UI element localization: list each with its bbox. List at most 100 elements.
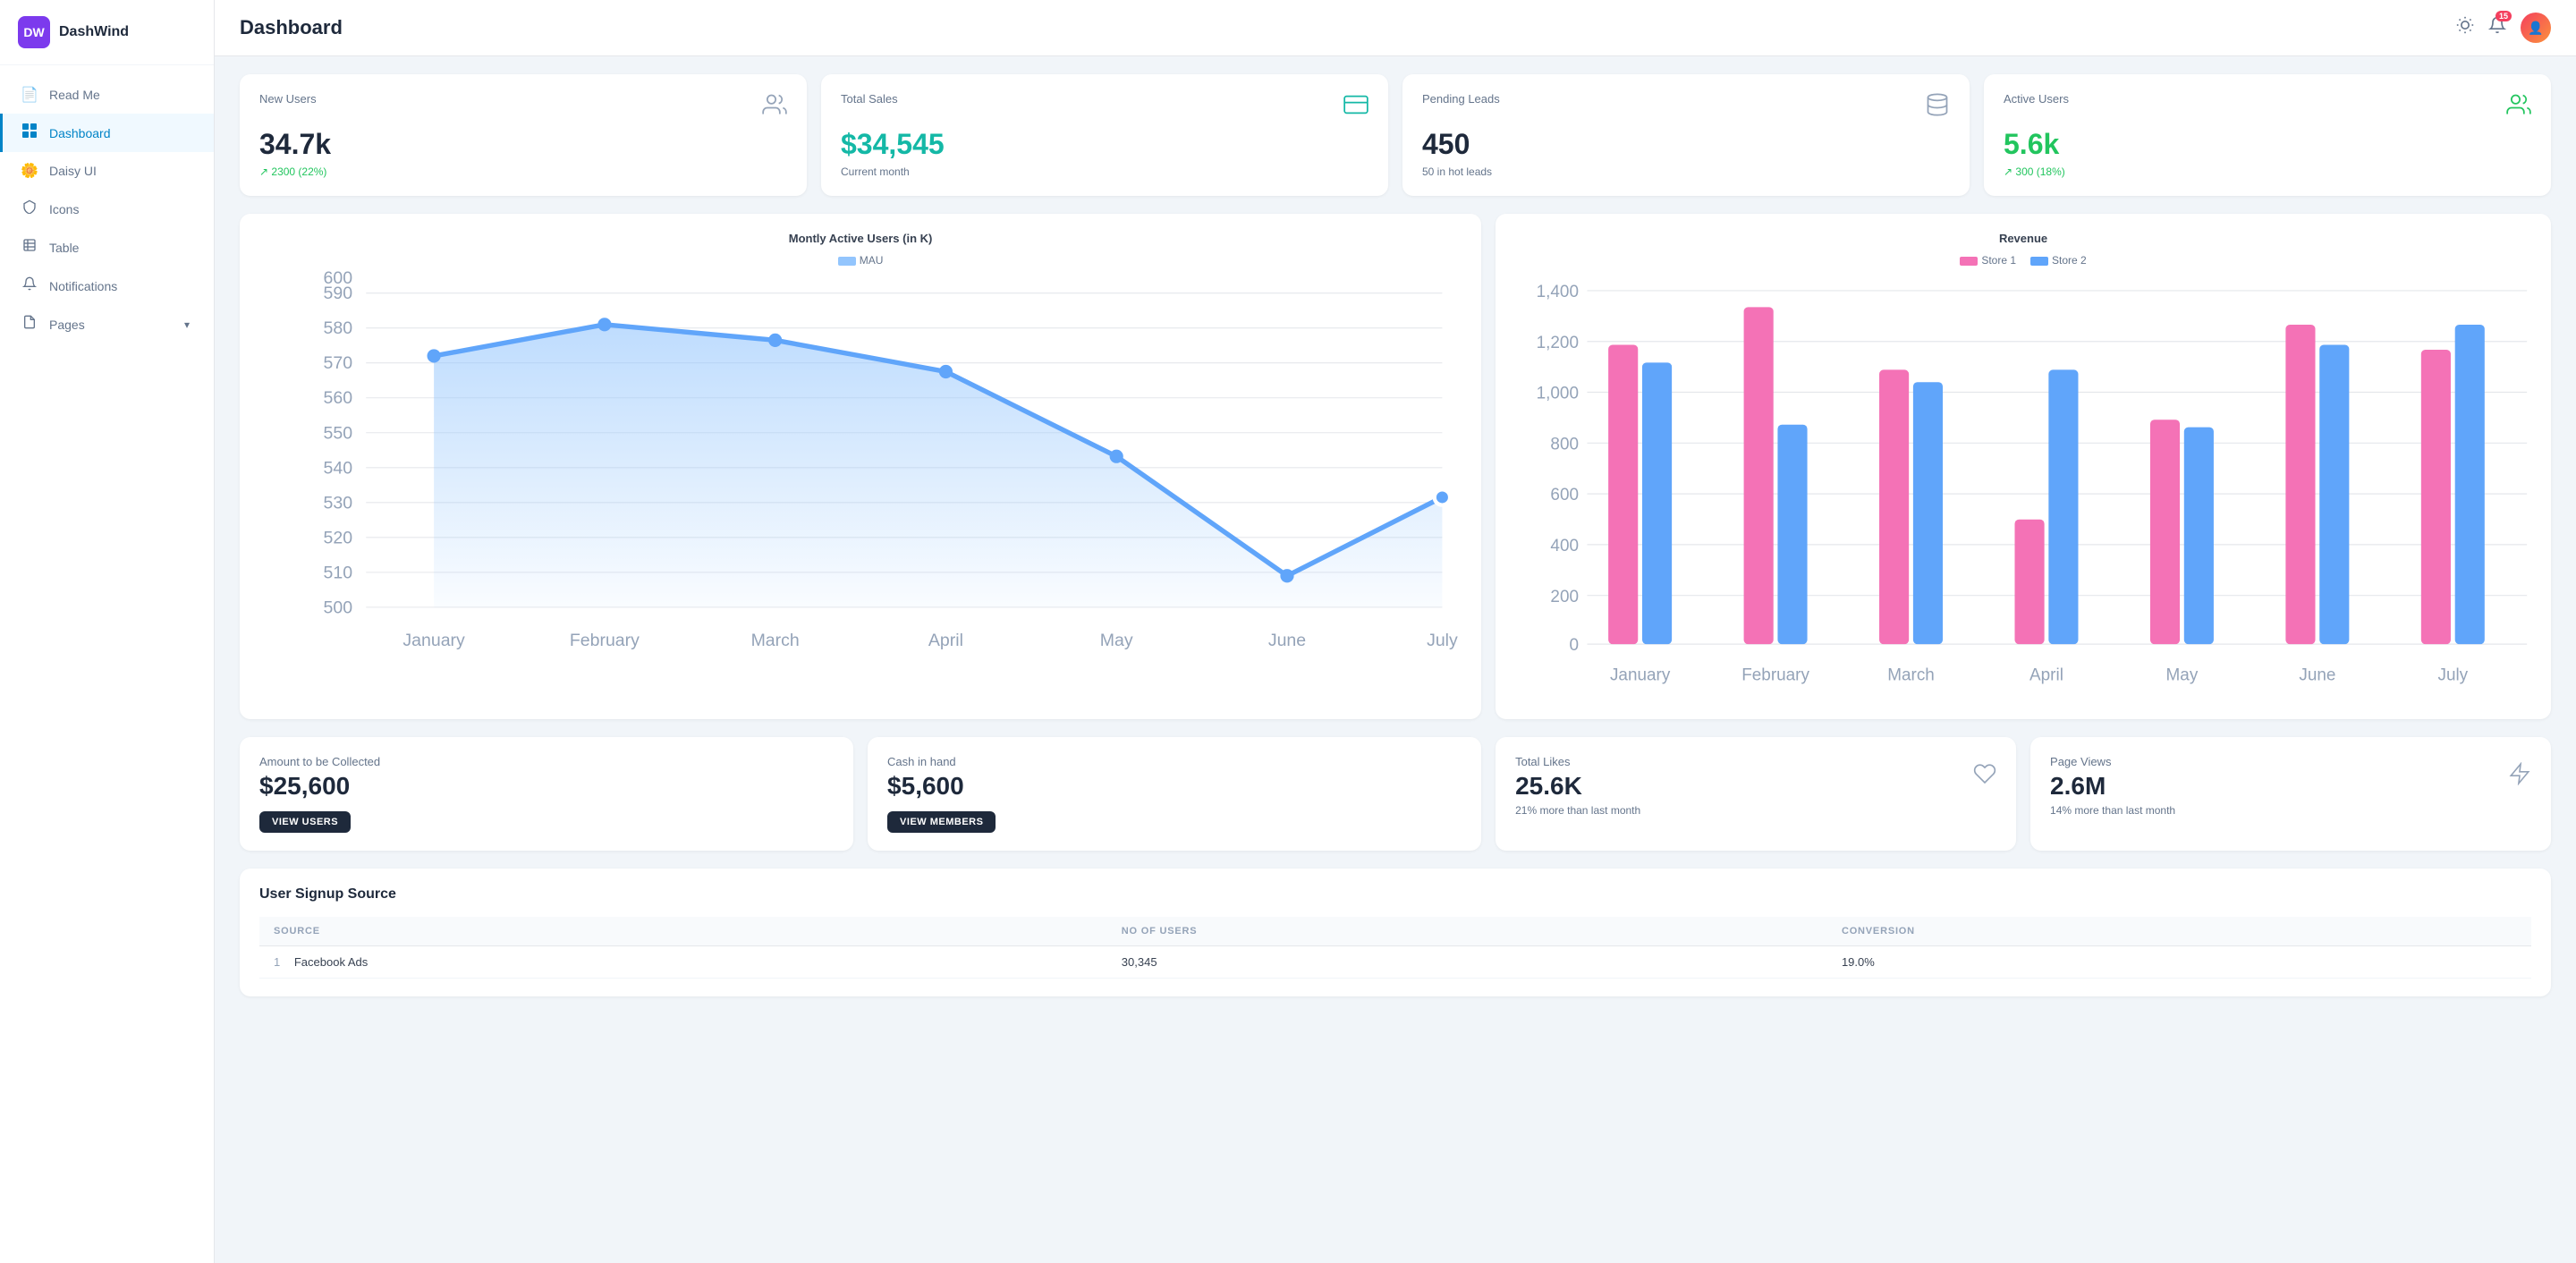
bar-jul-s1 — [2421, 350, 2451, 644]
page-views-sub: 14% more than last month — [2050, 804, 2531, 817]
table-header-row: SOURCE NO OF USERS CONVERSION — [259, 917, 2531, 946]
svg-text:1,400: 1,400 — [1537, 283, 1579, 301]
table-cell-users: 30,345 — [1107, 946, 1827, 979]
sidebar-item-icons[interactable]: Icons — [0, 190, 214, 228]
svg-text:1,200: 1,200 — [1537, 334, 1579, 352]
stat-cards-grid: New Users 34.7k ↗ 2300 (22%) Total Sales… — [240, 74, 2551, 196]
sidebar-item-pages[interactable]: Pages ▾ — [0, 305, 214, 343]
pages-icon — [21, 315, 38, 334]
sidebar-nav: 📄 Read Me Dashboard 🌼 Daisy UI Icons Tab… — [0, 65, 214, 1263]
avatar[interactable]: 👤 — [2521, 13, 2551, 43]
sidebar-item-dashboard[interactable]: Dashboard — [0, 114, 214, 152]
active-users-sub: ↗ 300 (18%) — [2004, 165, 2531, 178]
svg-text:550: 550 — [324, 423, 353, 443]
pending-leads-sub: 50 in hot leads — [1422, 165, 1950, 178]
topbar: Dashboard 15 👤 — [215, 0, 2576, 56]
svg-text:July: July — [2438, 666, 2469, 685]
bar-mar-s1 — [1879, 370, 1909, 645]
svg-text:530: 530 — [324, 494, 353, 513]
svg-text:February: February — [570, 631, 640, 650]
sidebar: DW DashWind 📄 Read Me Dashboard 🌼 Daisy … — [0, 0, 215, 1263]
mau-point-feb — [597, 318, 611, 331]
svg-text:600: 600 — [1551, 486, 1580, 504]
svg-text:510: 510 — [324, 564, 353, 583]
svg-text:March: March — [751, 631, 800, 650]
amount-collected-card: Amount to be Collected $25,600 VIEW USER… — [240, 737, 853, 851]
page-views-value: 2.6M — [2050, 772, 2111, 801]
sidebar-item-read-me[interactable]: 📄 Read Me — [0, 76, 214, 114]
content-area: New Users 34.7k ↗ 2300 (22%) Total Sales… — [215, 56, 2576, 1263]
total-sales-value: $34,545 — [841, 129, 1368, 160]
bar-jan-s1 — [1608, 345, 1638, 645]
heart-icon — [1973, 762, 1996, 792]
notification-badge: 15 — [2496, 11, 2512, 21]
table-icon — [21, 238, 38, 257]
bar-apr-s2 — [2048, 370, 2078, 645]
theme-toggle-icon[interactable] — [2456, 16, 2474, 39]
users-icon — [762, 92, 787, 123]
cash-in-hand-value: $5,600 — [887, 772, 1462, 801]
total-sales-sub: Current month — [841, 165, 1368, 178]
signup-table: SOURCE NO OF USERS CONVERSION 1 Facebook… — [259, 917, 2531, 979]
bar-jun-s1 — [2285, 325, 2315, 644]
svg-text:500: 500 — [324, 598, 353, 618]
svg-text:520: 520 — [324, 529, 353, 548]
charts-row: Montly Active Users (in K) MAU — [240, 214, 2551, 719]
svg-text:400: 400 — [1551, 537, 1580, 555]
active-users-value: 5.6k — [2004, 129, 2531, 160]
signup-source-section: User Signup Source SOURCE NO OF USERS CO… — [240, 869, 2551, 996]
card-icon — [1343, 92, 1368, 123]
revenue-chart-title: Revenue — [1515, 232, 2531, 245]
new-users-label: New Users — [259, 92, 317, 106]
bar-feb-s1 — [1744, 308, 1774, 645]
mau-area-fill — [434, 325, 1442, 607]
svg-text:540: 540 — [324, 458, 353, 478]
sidebar-item-table[interactable]: Table — [0, 228, 214, 267]
bar-feb-s2 — [1778, 425, 1808, 644]
database-icon — [1925, 92, 1950, 123]
bar-mar-s2 — [1913, 382, 1943, 644]
revenue-chart-card: Revenue Store 1 Store 2 0 200 400 600 80… — [1496, 214, 2551, 719]
signup-source-title: User Signup Source — [259, 886, 2531, 903]
bottom-left-cards: Amount to be Collected $25,600 VIEW USER… — [240, 737, 1481, 851]
mau-area-chart: 500 510 520 530 540 550 560 570 580 590 … — [259, 274, 1462, 662]
table-cell-source: 1 Facebook Ads — [259, 946, 1107, 979]
mau-point-may — [1110, 450, 1123, 463]
view-users-button[interactable]: VIEW USERS — [259, 811, 351, 833]
document-icon: 📄 — [21, 86, 38, 104]
total-likes-card: Total Likes 25.6K 21% more than last mon… — [1496, 737, 2016, 851]
bar-jan-s2 — [1642, 363, 1672, 645]
mau-chart-legend: MAU — [259, 254, 1462, 267]
svg-text:February: February — [1741, 666, 1809, 685]
sidebar-item-daisy-ui[interactable]: 🌼 Daisy UI — [0, 152, 214, 190]
sidebar-logo[interactable]: DW DashWind — [0, 0, 214, 65]
mau-point-jun — [1280, 569, 1293, 582]
table-row: 1 Facebook Ads 30,345 19.0% — [259, 946, 2531, 979]
svg-text:April: April — [2029, 666, 2063, 685]
lightning-icon — [2508, 762, 2531, 790]
bar-jul-s2 — [2455, 325, 2485, 644]
bar-may-s1 — [2150, 420, 2180, 644]
pending-leads-value: 450 — [1422, 129, 1950, 160]
new-users-value: 34.7k — [259, 129, 787, 160]
col-conversion: CONVERSION — [1827, 917, 2531, 946]
bar-apr-s1 — [2015, 520, 2045, 644]
amount-collected-label: Amount to be Collected — [259, 755, 834, 768]
table-cell-conversion: 19.0% — [1827, 946, 2531, 979]
bar-jun-s2 — [2319, 345, 2349, 645]
sidebar-item-notifications[interactable]: Notifications — [0, 267, 214, 305]
chevron-down-icon: ▾ — [178, 318, 196, 331]
view-members-button[interactable]: VIEW MEMBERS — [887, 811, 996, 833]
svg-text:January: January — [402, 631, 465, 650]
notification-bell-icon[interactable]: 15 — [2488, 16, 2506, 39]
main-area: Dashboard 15 👤 New Users — [215, 0, 2576, 1263]
bottom-row: Amount to be Collected $25,600 VIEW USER… — [240, 737, 2551, 851]
dashboard-icon — [21, 123, 38, 142]
stat-card-total-sales: Total Sales $34,545 Current month — [821, 74, 1388, 196]
cash-in-hand-card: Cash in hand $5,600 VIEW MEMBERS — [868, 737, 1481, 851]
svg-text:800: 800 — [1551, 436, 1580, 454]
mau-point-jul — [1435, 489, 1450, 504]
svg-text:March: March — [1887, 666, 1935, 685]
page-views-label: Page Views — [2050, 755, 2111, 768]
svg-text:July: July — [1427, 631, 1458, 650]
